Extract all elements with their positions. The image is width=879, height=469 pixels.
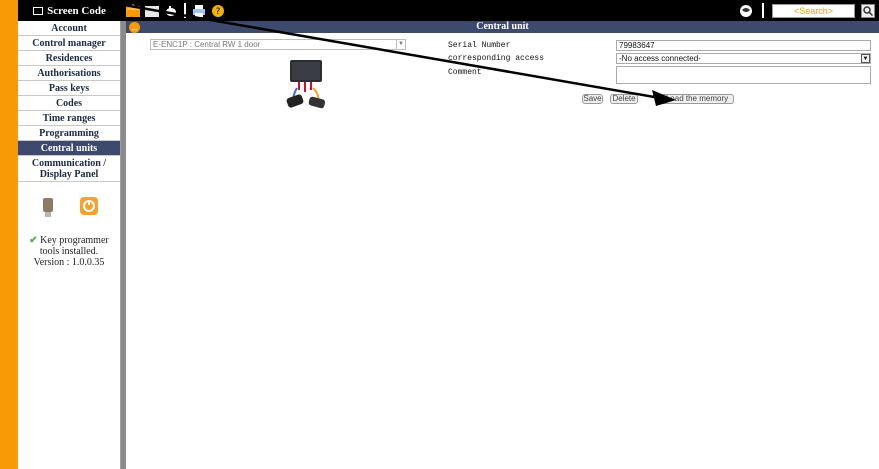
key-programmer-status: ✔ Key programmer tools installed. Versio… <box>18 235 120 268</box>
toolbar-icons: ? <box>125 2 226 19</box>
toolbar-separator <box>184 3 186 18</box>
version-text: Version : 1.0.0.35 <box>33 257 105 268</box>
usb-programmer-icon[interactable] <box>39 196 57 223</box>
sidebar-divider <box>121 21 126 469</box>
app-title: Screen Code <box>18 0 121 21</box>
hand-icon[interactable] <box>163 3 179 19</box>
check-icon: ✔ <box>29 235 38 246</box>
printer-icon[interactable] <box>191 3 207 19</box>
sidebar-item-programming[interactable]: Programming <box>18 126 120 141</box>
search-input[interactable]: <Search> <box>772 3 855 18</box>
search-icon <box>863 5 873 16</box>
sidebar-item-time-ranges[interactable]: Time ranges <box>18 111 120 126</box>
sidebar-item-account[interactable]: Account <box>18 21 120 36</box>
device-type-select[interactable]: E-ENC1P : Central RW 1 door ▼ <box>150 39 406 50</box>
toolbar-separator <box>762 3 764 18</box>
home-icon[interactable] <box>125 3 141 19</box>
save-button[interactable]: Save <box>582 94 603 104</box>
svg-text:?: ? <box>216 7 221 17</box>
sidebar-item-residences[interactable]: Residences <box>18 51 120 66</box>
sidebar-item-communication-display-panel[interactable]: Communication / Display Panel <box>18 156 120 182</box>
sidebar-tools <box>18 196 120 223</box>
comment-label: Comment <box>448 68 482 77</box>
chevron-down-icon: ▼ <box>396 40 405 49</box>
back-button[interactable]: ← <box>129 22 140 33</box>
left-accent-strip <box>0 0 18 469</box>
help-icon[interactable]: ? <box>210 3 226 19</box>
serial-number-field[interactable]: 79983647 <box>616 40 871 51</box>
serial-number-label: Serial Number <box>448 41 511 50</box>
toolbar-right: <Search> <box>738 2 875 19</box>
load-memory-button[interactable]: Load the memory <box>660 94 734 104</box>
corresponding-access-label: corresponding access <box>448 54 545 63</box>
central-unit-image <box>286 60 326 109</box>
arrow-left-icon: ← <box>130 22 139 33</box>
power-icon[interactable] <box>79 196 99 223</box>
key-status-text: Key programmer tools installed. <box>39 235 109 257</box>
chevron-down-icon: ▼ <box>861 54 870 63</box>
sidebar-item-pass-keys[interactable]: Pass keys <box>18 81 120 96</box>
sidebar-item-control-manager[interactable]: Control manager <box>18 36 120 51</box>
app-title-text: Screen Code <box>47 4 106 17</box>
screen-icon <box>33 6 44 15</box>
sidebar: Account Control manager Residences Autho… <box>18 21 121 469</box>
corresponding-access-select[interactable]: -No access connected- ▼ <box>616 53 871 64</box>
sidebar-item-authorisations[interactable]: Authorisations <box>18 66 120 81</box>
blank-icon[interactable] <box>144 3 160 19</box>
search-button[interactable] <box>861 3 875 18</box>
corresponding-access-value: -No access connected- <box>619 54 701 63</box>
panel-title: Central unit <box>126 21 879 33</box>
comment-field[interactable] <box>616 66 871 84</box>
sidebar-item-codes[interactable]: Codes <box>18 96 120 111</box>
device-type-value: E-ENC1P : Central RW 1 door <box>153 40 261 49</box>
sidebar-item-central-units[interactable]: Central units <box>18 141 120 156</box>
delete-button[interactable]: Delete <box>610 94 638 104</box>
globe-icon[interactable] <box>738 3 754 19</box>
